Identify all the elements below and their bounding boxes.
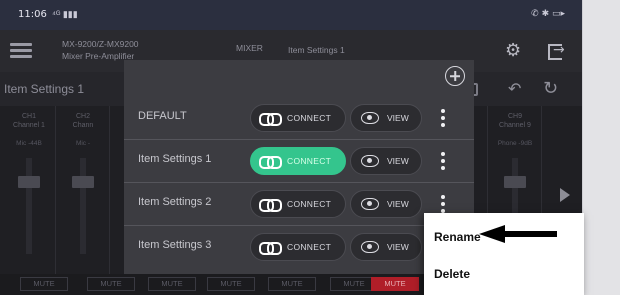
settings-name: Item Settings 3: [138, 239, 212, 251]
fader-track: [26, 158, 32, 254]
exit-icon[interactable]: [548, 42, 565, 60]
link-icon: [259, 154, 282, 169]
mute-button[interactable]: MUTE: [87, 277, 135, 291]
channel-label: CH9 Channel 9: [499, 113, 531, 129]
signal-icon: ⁴ᴳ ▮▮▮: [52, 9, 78, 19]
settings-name: Item Settings 2: [138, 196, 212, 208]
channel-strip: CH2 Chann Mic -: [56, 106, 110, 274]
settings-row: Item Settings 2 CONNECT VIEW: [124, 184, 474, 224]
screen-margin: [583, 0, 620, 295]
channel-strip: CH1 Channel 1 Mic -44B: [2, 106, 56, 274]
play-icon[interactable]: [560, 188, 570, 202]
channel-input: Mic -: [75, 140, 91, 147]
connect-button[interactable]: CONNECT: [250, 104, 346, 132]
row-divider: [124, 182, 474, 183]
mute-button[interactable]: MUTE: [20, 277, 68, 291]
eye-icon: [361, 241, 379, 253]
row-divider: [124, 139, 474, 140]
pointer-arrow-icon: [479, 225, 557, 243]
settings-row: DEFAULT CONNECT VIEW: [124, 98, 474, 138]
view-label: VIEW: [387, 113, 409, 123]
fader-knob[interactable]: [504, 176, 526, 188]
channel-input: Mic -44B: [16, 140, 42, 147]
eye-icon: [361, 155, 379, 167]
link-icon: [259, 197, 282, 212]
link-icon: [259, 111, 282, 126]
app-subtitle: Item Settings 1: [288, 45, 345, 55]
channel-label: CH1 Channel 1: [13, 113, 45, 129]
device-model: MX-9200/Z-MX9200 Mixer Pre-Amplifier: [62, 38, 139, 62]
view-label: VIEW: [387, 199, 409, 209]
status-icons: ✆ ✱ ▭▸: [531, 9, 565, 19]
menu-icon[interactable]: [10, 43, 32, 59]
view-button[interactable]: VIEW: [350, 233, 422, 261]
delete-menu-item[interactable]: Delete: [434, 267, 470, 281]
fader-knob[interactable]: [18, 176, 40, 188]
page-title: Item Settings 1: [4, 82, 85, 96]
eye-icon: [361, 198, 379, 210]
view-label: VIEW: [387, 156, 409, 166]
channel-input: Phone -9dB: [497, 140, 533, 147]
connect-label: CONNECT: [287, 199, 332, 209]
connect-label: CONNECT: [287, 156, 332, 166]
more-options-icon[interactable]: [440, 195, 446, 215]
gear-icon[interactable]: ⚙: [505, 42, 523, 60]
plus-circle-icon[interactable]: [445, 66, 465, 86]
connect-button[interactable]: CONNECT: [250, 190, 346, 218]
link-icon: [259, 240, 282, 255]
settings-row: Item Settings 1 CONNECT VIEW: [124, 141, 474, 181]
mute-button[interactable]: MUTE: [268, 277, 316, 291]
model-name: MX-9200/Z-MX9200: [62, 39, 139, 49]
mute-button[interactable]: MUTE: [371, 277, 419, 291]
connect-button[interactable]: CONNECT: [250, 147, 346, 175]
connect-button[interactable]: CONNECT: [250, 233, 346, 261]
section-label: MIXER: [236, 43, 263, 53]
settings-row: Item Settings 3 CONNECT VIEW: [124, 227, 474, 267]
fader-knob[interactable]: [72, 176, 94, 188]
settings-name: Item Settings 1: [138, 153, 212, 165]
connect-label: CONNECT: [287, 242, 332, 252]
mute-button[interactable]: MUTE: [207, 277, 255, 291]
settings-name: DEFAULT: [138, 110, 187, 122]
view-button[interactable]: VIEW: [350, 190, 422, 218]
more-options-icon[interactable]: [440, 152, 446, 172]
row-divider: [124, 225, 474, 226]
undo-icon[interactable]: ↶: [508, 79, 521, 98]
view-label: VIEW: [387, 242, 409, 252]
eye-icon: [361, 112, 379, 124]
channel-label: CH2 Chann: [72, 113, 94, 129]
view-button[interactable]: VIEW: [350, 147, 422, 175]
status-bar: 11:06 ⁴ᴳ ▮▮▮ ✆ ✱ ▭▸: [0, 0, 582, 30]
status-time: 11:06: [18, 9, 47, 20]
refresh-icon[interactable]: ↻: [543, 78, 558, 99]
more-options-icon[interactable]: [440, 109, 446, 129]
fader-track: [80, 158, 86, 254]
connect-label: CONNECT: [287, 113, 332, 123]
view-button[interactable]: VIEW: [350, 104, 422, 132]
mute-button[interactable]: MUTE: [148, 277, 196, 291]
rename-menu-item[interactable]: Rename: [434, 230, 481, 244]
